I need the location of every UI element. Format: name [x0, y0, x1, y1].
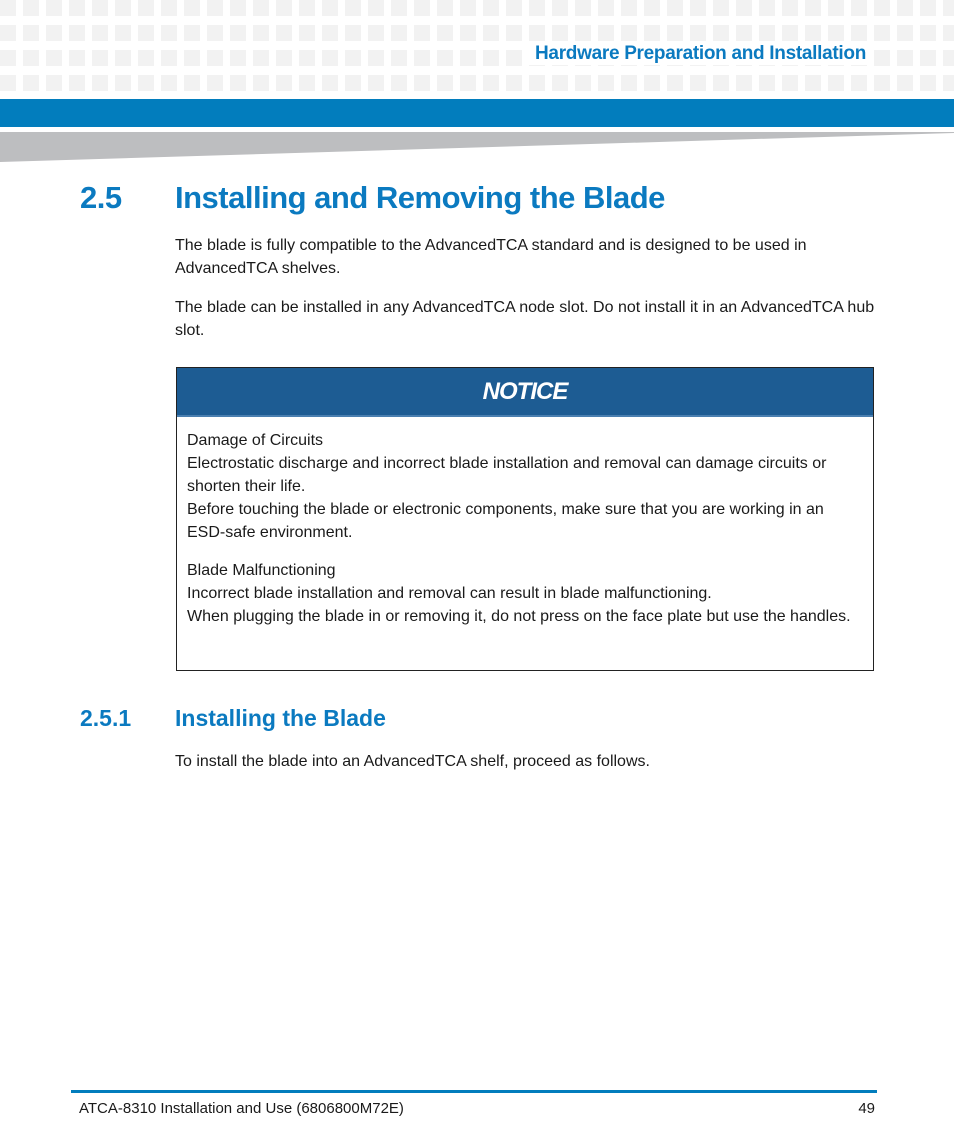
section-heading: 2.5 Installing and Removing the Blade — [80, 180, 665, 216]
notice-block-malfunction: Blade Malfunctioning Incorrect blade ins… — [187, 559, 863, 628]
notice-body: Damage of Circuits Electrostatic dischar… — [177, 417, 873, 628]
header-wedge — [0, 132, 954, 162]
notice-block-heading: Damage of Circuits — [187, 432, 324, 449]
subsection-title: Installing the Blade — [175, 705, 386, 731]
intro-paragraph-2: The blade can be installed in any Advanc… — [175, 299, 875, 339]
header-band — [0, 99, 954, 127]
notice-header: NOTICE — [177, 368, 873, 417]
notice-label: NOTICE — [482, 377, 569, 405]
section-number: 2.5 — [80, 180, 122, 215]
notice-block-line: Electrostatic discharge and incorrect bl… — [187, 455, 827, 495]
page-number: 49 — [858, 1100, 875, 1117]
notice-block-heading: Blade Malfunctioning — [187, 562, 336, 579]
intro-paragraph-1: The blade is fully compatible to the Adv… — [175, 237, 807, 277]
notice-block-line: Incorrect blade installation and removal… — [187, 585, 712, 602]
section-title: Installing and Removing the Blade — [175, 180, 665, 215]
notice-block-line: When plugging the blade in or removing i… — [187, 608, 851, 625]
notice-block-line: Before touching the blade or electronic … — [187, 501, 824, 541]
notice-box: NOTICE Damage of Circuits Electrostatic … — [176, 367, 874, 671]
subsection-paragraph: To install the blade into an AdvancedTCA… — [175, 753, 650, 770]
footer-document-title: ATCA-8310 Installation and Use (6806800M… — [79, 1100, 404, 1117]
chapter-title: Hardware Preparation and Installation — [529, 43, 872, 65]
footer-rule — [71, 1090, 877, 1093]
subsection-number: 2.5.1 — [80, 705, 132, 731]
notice-block-circuits: Damage of Circuits Electrostatic dischar… — [187, 429, 863, 544]
subsection-heading: 2.5.1 Installing the Blade — [80, 705, 386, 732]
